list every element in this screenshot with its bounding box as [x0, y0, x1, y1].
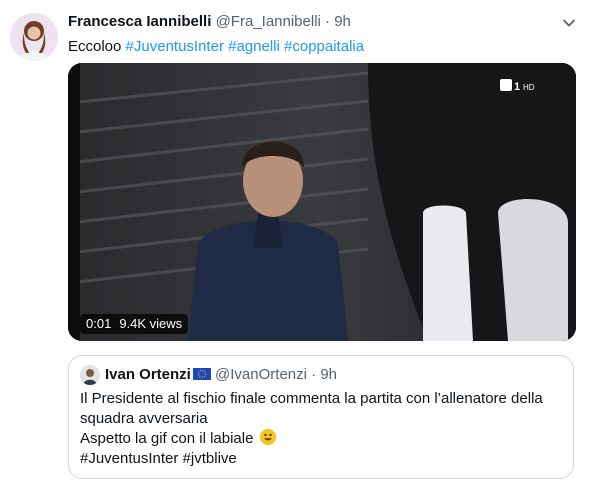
- quoted-handle[interactable]: @IvanOrtenzi: [215, 366, 307, 383]
- view-count: 9.4K views: [119, 316, 183, 331]
- video-stats-badge: 0:01 9.4K views: [80, 314, 189, 334]
- quoted-tweet[interactable]: Ivan Ortenzi @IvanOrtenzi · 9h Il Presid…: [68, 355, 574, 479]
- quoted-dot-separator: ·: [311, 366, 317, 383]
- tweet-text: Eccoloo #JuventusInter #agnelli #coppait…: [68, 37, 364, 57]
- author-name[interactable]: Francesca Iannibelli: [68, 13, 211, 30]
- hashtag-link[interactable]: #coppaitalia: [284, 38, 364, 55]
- quoted-timestamp[interactable]: 9h: [320, 366, 337, 383]
- hashtag-link[interactable]: #agnelli: [228, 38, 280, 55]
- avatar[interactable]: [10, 13, 58, 61]
- quoted-text-line: squadra avversaria: [80, 410, 208, 427]
- quoted-text-line: Il Presidente al fischio finale commenta…: [80, 390, 543, 407]
- quoted-avatar-image: [80, 365, 100, 385]
- quoted-hashtags: #JuventusInter #jvtblive: [80, 450, 237, 467]
- quoted-text-line: Aspetto la gif con il labiale: [80, 430, 254, 447]
- hashtag-link[interactable]: #JuventusInter: [126, 38, 224, 55]
- media-player[interactable]: 1 HD: [68, 63, 576, 341]
- chevron-down-icon: [563, 19, 575, 27]
- video-frame: 1 HD: [68, 63, 576, 341]
- more-options-button[interactable]: [560, 14, 578, 32]
- quoted-avatar[interactable]: [80, 365, 100, 385]
- video-duration: 0:01: [86, 316, 112, 331]
- smiling-face-emoji-icon: [259, 429, 276, 445]
- svg-text:HD: HD: [523, 83, 535, 92]
- avatar-image: [10, 13, 58, 61]
- eu-flag-icon: [192, 368, 211, 380]
- quoted-header: Ivan Ortenzi @IvanOrtenzi · 9h: [105, 365, 337, 385]
- svg-text:1: 1: [514, 81, 520, 93]
- author-handle[interactable]: @Fra_Iannibelli: [216, 13, 321, 30]
- quoted-author-name[interactable]: Ivan Ortenzi: [105, 366, 191, 383]
- tweet-text-prefix: Eccoloo: [68, 38, 126, 55]
- tweet-header: Francesca Iannibelli @Fra_Iannibelli · 9…: [68, 12, 538, 32]
- timestamp[interactable]: 9h: [334, 13, 351, 30]
- quoted-text: Il Presidente al fischio finale commenta…: [80, 389, 566, 469]
- tweet: Francesca Iannibelli @Fra_Iannibelli · 9…: [0, 0, 590, 488]
- dot-separator: ·: [325, 13, 331, 30]
